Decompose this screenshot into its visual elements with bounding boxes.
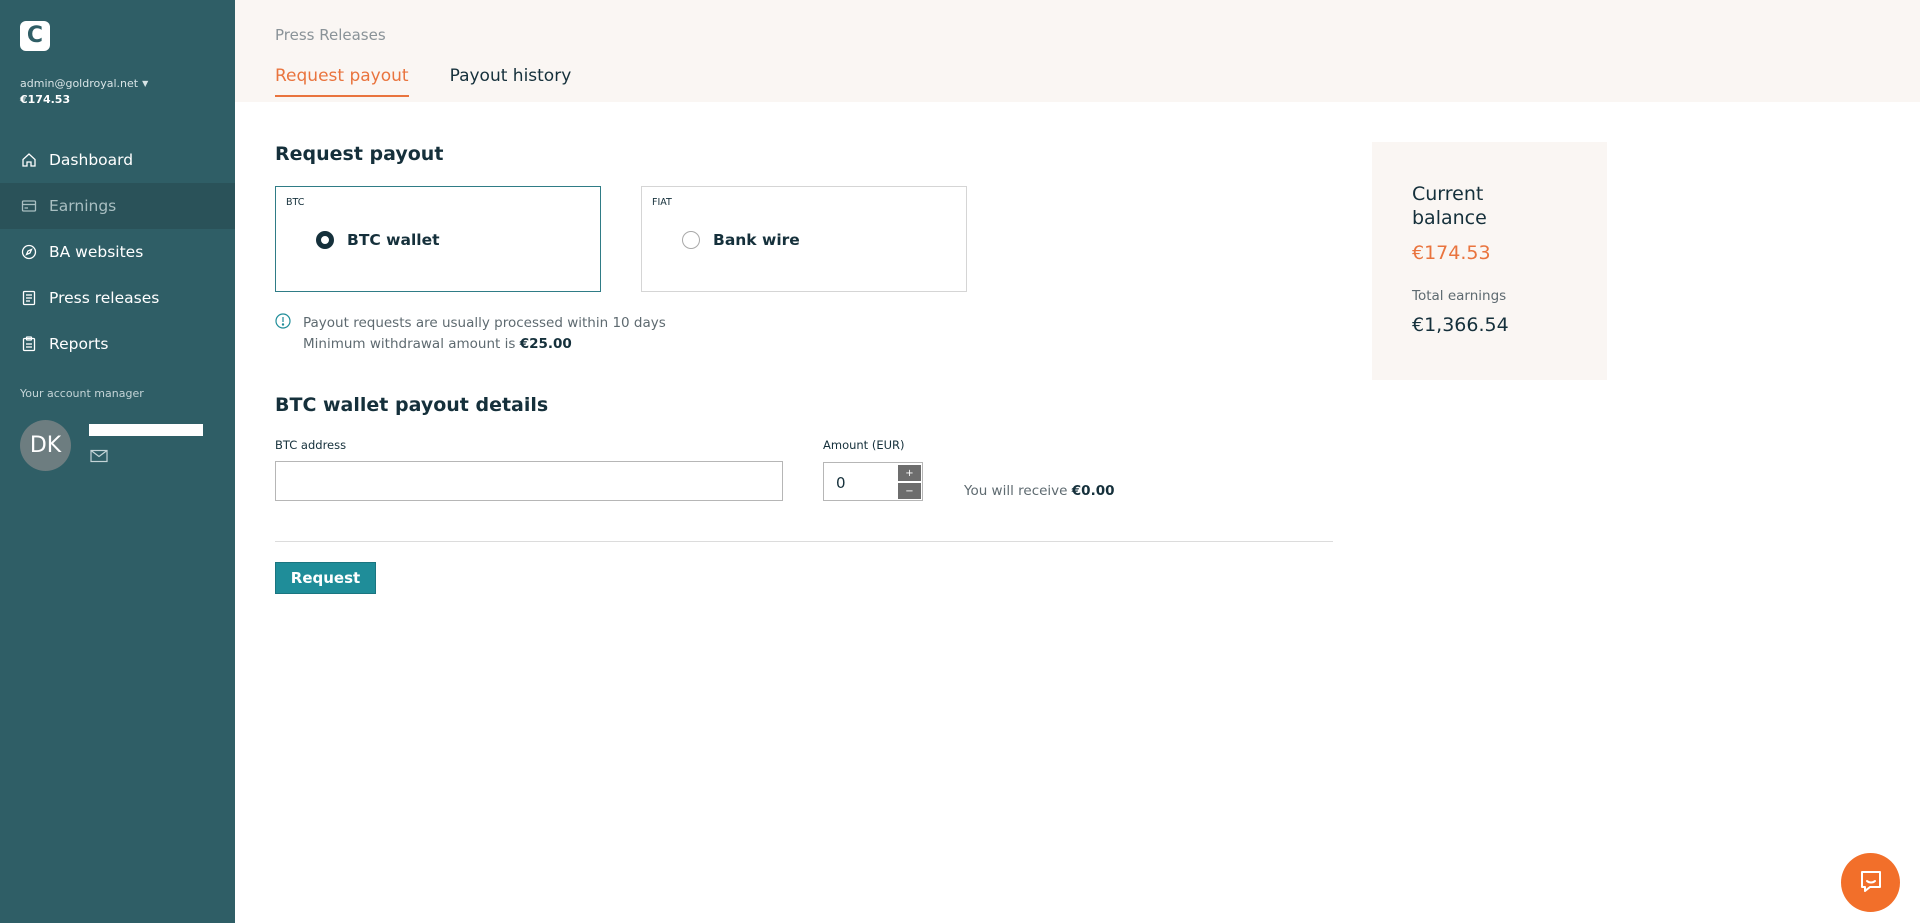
option-btc-wallet[interactable]: BTC BTC wallet [275, 186, 601, 292]
account-email-row[interactable]: admin@goldroyal.net ▼ [20, 77, 148, 90]
balance-title: Current balance [1412, 183, 1487, 229]
document-icon [20, 289, 38, 307]
app-logo[interactable]: C [20, 21, 50, 51]
option-tag: BTC [286, 197, 305, 208]
info-line-minimum: Minimum withdrawal amount is €25.00 [303, 334, 666, 355]
card-icon [20, 197, 38, 215]
radio-btc-wallet[interactable] [316, 231, 334, 249]
clipboard-icon [20, 335, 38, 353]
amount-input[interactable]: 0 + − [823, 462, 923, 501]
details-title: BTC wallet payout details [275, 394, 549, 416]
account-balance: €174.53 [20, 93, 71, 106]
breadcrumb[interactable]: Press Releases [275, 26, 386, 44]
avatar-initials: DK [29, 433, 62, 458]
tab-request-payout[interactable]: Request payout [275, 66, 409, 97]
total-earnings-label: Total earnings [1412, 288, 1507, 304]
sidebar-item-earnings[interactable]: Earnings [0, 183, 235, 229]
info-line-processing: Payout requests are usually processed wi… [303, 315, 666, 331]
avatar: DK [20, 420, 71, 471]
receive-amount: €0.00 [1071, 483, 1115, 499]
option-tag: FIAT [652, 197, 672, 208]
mail-icon[interactable] [90, 448, 108, 463]
amount-value: 0 [836, 474, 846, 492]
btc-address-label: BTC address [275, 438, 347, 452]
manager-name-redacted [89, 424, 203, 436]
sidebar-item-press-releases[interactable]: Press releases [0, 275, 235, 321]
sidebar-item-label: Reports [49, 335, 109, 353]
home-icon [20, 151, 38, 169]
minimum-amount: €25.00 [519, 336, 572, 352]
receive-prefix: You will receive [964, 483, 1072, 499]
receive-summary: You will receive €0.00 [964, 483, 1114, 499]
divider [275, 541, 1333, 542]
current-balance-value: €174.53 [1412, 242, 1491, 264]
tab-bar: Request payout Payout history [275, 66, 571, 97]
sidebar-item-label: Press releases [49, 289, 160, 307]
decrement-button[interactable]: − [898, 483, 921, 499]
page-header: Press Releases Request payout Payout his… [235, 0, 1920, 102]
sidebar: C admin@goldroyal.net ▼ €174.53 Dashboar… [0, 0, 235, 923]
total-earnings-value: €1,366.54 [1412, 314, 1509, 336]
tab-payout-history[interactable]: Payout history [450, 66, 572, 97]
sidebar-item-ba-websites[interactable]: BA websites [0, 229, 235, 275]
option-label: BTC wallet [347, 231, 440, 249]
info-icon [275, 313, 291, 329]
logo-letter: C [26, 23, 44, 48]
sidebar-item-dashboard[interactable]: Dashboard [0, 137, 235, 183]
account-manager-label: Your account manager [20, 387, 144, 400]
increment-button[interactable]: + [898, 465, 921, 481]
sidebar-item-label: BA websites [49, 243, 144, 261]
btc-address-input[interactable] [275, 461, 783, 501]
info-text: Payout requests are usually processed wi… [303, 313, 666, 355]
radio-bank-wire[interactable] [682, 231, 700, 249]
option-bank-wire[interactable]: FIAT Bank wire [641, 186, 967, 292]
sidebar-item-reports[interactable]: Reports [0, 321, 235, 367]
sidebar-item-label: Earnings [49, 197, 117, 215]
chat-icon [1857, 867, 1885, 899]
compass-icon [20, 243, 38, 261]
balance-card: Current balance €174.53 Total earnings €… [1372, 142, 1607, 380]
account-email: admin@goldroyal.net [20, 77, 139, 90]
sidebar-item-label: Dashboard [49, 151, 134, 169]
account-menu[interactable]: admin@goldroyal.net ▼ €174.53 [20, 77, 148, 106]
page-title: Request payout [275, 143, 444, 165]
sidebar-nav: Dashboard Earnings BA websites Press rel… [0, 137, 235, 367]
chat-launcher-button[interactable] [1841, 853, 1900, 912]
request-button[interactable]: Request [275, 562, 376, 594]
payout-info: Payout requests are usually processed wi… [275, 313, 666, 355]
option-label: Bank wire [713, 231, 800, 249]
info-min-prefix: Minimum withdrawal amount is [303, 336, 520, 352]
caret-down-icon: ▼ [142, 79, 149, 88]
amount-label: Amount (EUR) [823, 438, 905, 452]
